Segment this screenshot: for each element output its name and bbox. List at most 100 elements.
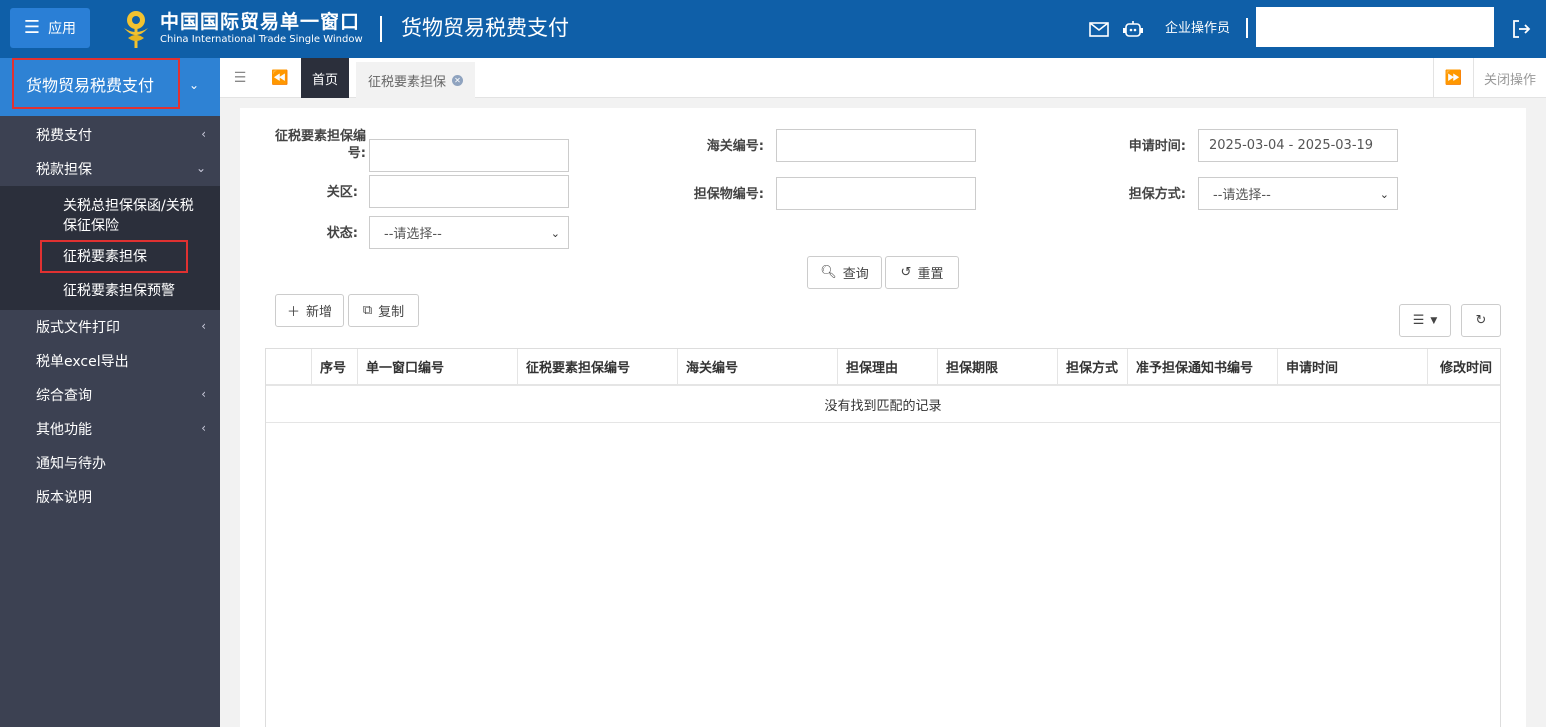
submenu-item-label: 关税总担保保函/关税保征保险 xyxy=(63,198,194,234)
area-label: 关区: xyxy=(326,185,358,200)
close-operations-button[interactable]: 关闭操作 xyxy=(1473,58,1546,98)
brand: 中国国际贸易单一窗口 China International Trade Sin… xyxy=(160,10,363,46)
tab-label: 征税要素担保 xyxy=(368,74,447,90)
tab-strip: ☰ ⏪ 首页 征税要素担保 ✕ ⏩ 关闭操作 xyxy=(220,58,1546,98)
sidebar-item-excel-export[interactable]: 税单excel导出 xyxy=(0,344,220,378)
submenu-item-label: 征税要素担保预警 xyxy=(63,283,175,299)
add-button[interactable]: ＋ 新增 xyxy=(275,294,344,327)
chevron-down-icon[interactable]: ⌄ xyxy=(189,78,199,92)
chevron-left-icon: ‹ xyxy=(201,319,206,333)
sidebar-item-version[interactable]: 版本说明 xyxy=(0,480,220,514)
apply-time-label: 申请时间: xyxy=(1128,139,1186,154)
active-highlight-box xyxy=(40,240,188,273)
sidebar-item-label: 通知与待办 xyxy=(36,456,106,472)
guarantee-type-selected: --请选择-- xyxy=(1213,188,1271,203)
tax-guarantee-submenu: 关税总担保保函/关税保征保险 征税要素担保 征税要素担保预警 xyxy=(0,186,220,310)
status-select[interactable]: --请选择-- ⌄ xyxy=(369,216,569,249)
sidebar: 货物贸易税费支付 ⌄ 税费支付 ‹ 税款担保 ⌄ 关税总担保保函/关税保征保险 … xyxy=(0,58,220,727)
table-header: 序号 单一窗口编号 征税要素担保编号 海关编号 担保理由 担保期限 担保方式 准… xyxy=(266,349,1500,386)
sidebar-item-label: 税费支付 xyxy=(36,128,92,144)
sidebar-item-label: 版本说明 xyxy=(36,490,92,506)
sidebar-item-tax-guarantee[interactable]: 税款担保 ⌄ xyxy=(0,152,220,186)
sidebar-item-notifications[interactable]: 通知与待办 xyxy=(0,446,220,480)
apply-time-range-input[interactable] xyxy=(1198,129,1398,162)
sidebar-item-tax-payment[interactable]: 税费支付 ‹ xyxy=(0,118,220,152)
collateral-no-label: 担保物编号: xyxy=(693,187,764,202)
query-button[interactable]: 🔍︎ 查询 xyxy=(807,256,882,289)
column-header-customs-no[interactable]: 海关编号 xyxy=(677,349,837,384)
header-divider xyxy=(380,16,382,42)
chevron-left-icon: ‹ xyxy=(201,421,206,435)
column-header-single-window-no[interactable]: 单一窗口编号 xyxy=(357,349,517,384)
column-header-guarantee-no[interactable]: 征税要素担保编号 xyxy=(517,349,677,384)
data-table: 序号 单一窗口编号 征税要素担保编号 海关编号 担保理由 担保期限 担保方式 准… xyxy=(265,348,1501,727)
submenu-item-general-guarantee[interactable]: 关税总担保保函/关税保征保险 xyxy=(0,190,220,240)
page-title: 货物贸易税费支付 xyxy=(401,16,569,40)
sidebar-item-label: 税款担保 xyxy=(36,162,92,178)
app-menu-label: 应用 xyxy=(48,21,77,37)
copy-icon: ⧉ xyxy=(362,303,373,318)
sidebar-item-label: 其他功能 xyxy=(36,422,92,438)
sidebar-header: 货物贸易税费支付 ⌄ xyxy=(0,58,220,116)
submenu-item-tax-element-guarantee[interactable]: 征税要素担保 xyxy=(0,240,220,274)
logout-icon[interactable] xyxy=(1510,18,1532,40)
column-header-notice-no[interactable]: 准予担保通知书编号 xyxy=(1127,349,1277,384)
top-header: ☰ 应用 中国国际贸易单一窗口 China International Trad… xyxy=(0,0,1546,58)
tab-tax-element-guarantee[interactable]: 征税要素担保 ✕ xyxy=(356,62,476,98)
sidebar-item-print[interactable]: 版式文件打印 ‹ xyxy=(0,310,220,344)
reset-icon: ↺ xyxy=(900,265,912,280)
mail-icon[interactable] xyxy=(1088,19,1110,39)
close-icon[interactable]: ✕ xyxy=(452,74,464,86)
collapse-sidebar-icon[interactable]: ☰ xyxy=(220,58,260,98)
guarantee-no-label: 征税要素担保编号: xyxy=(274,129,366,161)
reset-button-label: 重置 xyxy=(917,267,944,282)
status-label: 状态: xyxy=(326,226,358,241)
customs-no-input[interactable] xyxy=(776,129,976,162)
sidebar-item-label: 税单excel导出 xyxy=(36,354,129,370)
brand-chinese-name: 中国国际贸易单一窗口 xyxy=(160,11,361,33)
chevron-left-icon: ‹ xyxy=(201,387,206,401)
sidebar-nav: 税费支付 ‹ 税款担保 ⌄ 关税总担保保函/关税保征保险 征税要素担保 征税要素… xyxy=(0,118,220,514)
brand-english-name: China International Trade Single Window xyxy=(160,34,363,45)
empty-table-message: 没有找到匹配的记录 xyxy=(266,386,1500,423)
sidebar-title[interactable]: 货物贸易税费支付 xyxy=(12,58,180,109)
column-header-modify-time[interactable]: 修改时间 xyxy=(1427,349,1500,384)
main-content: 征税要素担保编号: 海关编号: 申请时间: 关区: 担保物编号: 担保方式: -… xyxy=(240,108,1526,727)
column-header-select xyxy=(266,349,311,384)
query-button-label: 查询 xyxy=(842,267,869,282)
plus-icon: ＋ xyxy=(286,305,300,320)
refresh-icon: ↻ xyxy=(1475,313,1487,328)
user-separator xyxy=(1246,18,1248,38)
chevron-down-icon: ⌄ xyxy=(550,227,560,240)
guarantee-type-select[interactable]: --请选择-- ⌄ xyxy=(1198,177,1398,210)
customer-service-icon[interactable] xyxy=(1122,19,1144,39)
reset-button[interactable]: ↺ 重置 xyxy=(885,256,959,289)
column-header-period[interactable]: 担保期限 xyxy=(937,349,1057,384)
column-header-index[interactable]: 序号 xyxy=(311,349,357,384)
caret-down-icon: ▼ xyxy=(1430,315,1438,326)
add-button-label: 新增 xyxy=(306,305,333,320)
copy-button[interactable]: ⧉ 复制 xyxy=(348,294,419,327)
chevron-down-icon: ⌄ xyxy=(1379,188,1389,201)
sidebar-item-other[interactable]: 其他功能 ‹ xyxy=(0,412,220,446)
column-toggle-button[interactable]: ☰ ▼ xyxy=(1399,304,1451,337)
collateral-no-input[interactable] xyxy=(776,177,976,210)
copy-button-label: 复制 xyxy=(378,305,405,320)
tab-scroll-left-icon[interactable]: ⏪ xyxy=(262,58,298,98)
tab-scroll-right-icon[interactable]: ⏩ xyxy=(1433,58,1473,98)
hamburger-icon: ☰ xyxy=(23,17,41,38)
column-header-reason[interactable]: 担保理由 xyxy=(837,349,937,384)
column-header-apply-time[interactable]: 申请时间 xyxy=(1277,349,1427,384)
sidebar-item-query[interactable]: 综合查询 ‹ xyxy=(0,378,220,412)
refresh-button[interactable]: ↻ xyxy=(1461,304,1501,337)
app-menu-button[interactable]: ☰ 应用 xyxy=(10,8,90,48)
area-input[interactable] xyxy=(369,175,569,208)
column-header-method[interactable]: 担保方式 xyxy=(1057,349,1127,384)
user-name-box xyxy=(1256,7,1494,47)
guarantee-no-input[interactable] xyxy=(369,139,569,172)
customs-emblem-logo xyxy=(124,11,148,48)
submenu-item-guarantee-warning[interactable]: 征税要素担保预警 xyxy=(0,274,220,308)
tab-home[interactable]: 首页 xyxy=(301,58,349,98)
list-icon: ☰ xyxy=(1412,313,1425,328)
status-selected: --请选择-- xyxy=(384,227,442,242)
